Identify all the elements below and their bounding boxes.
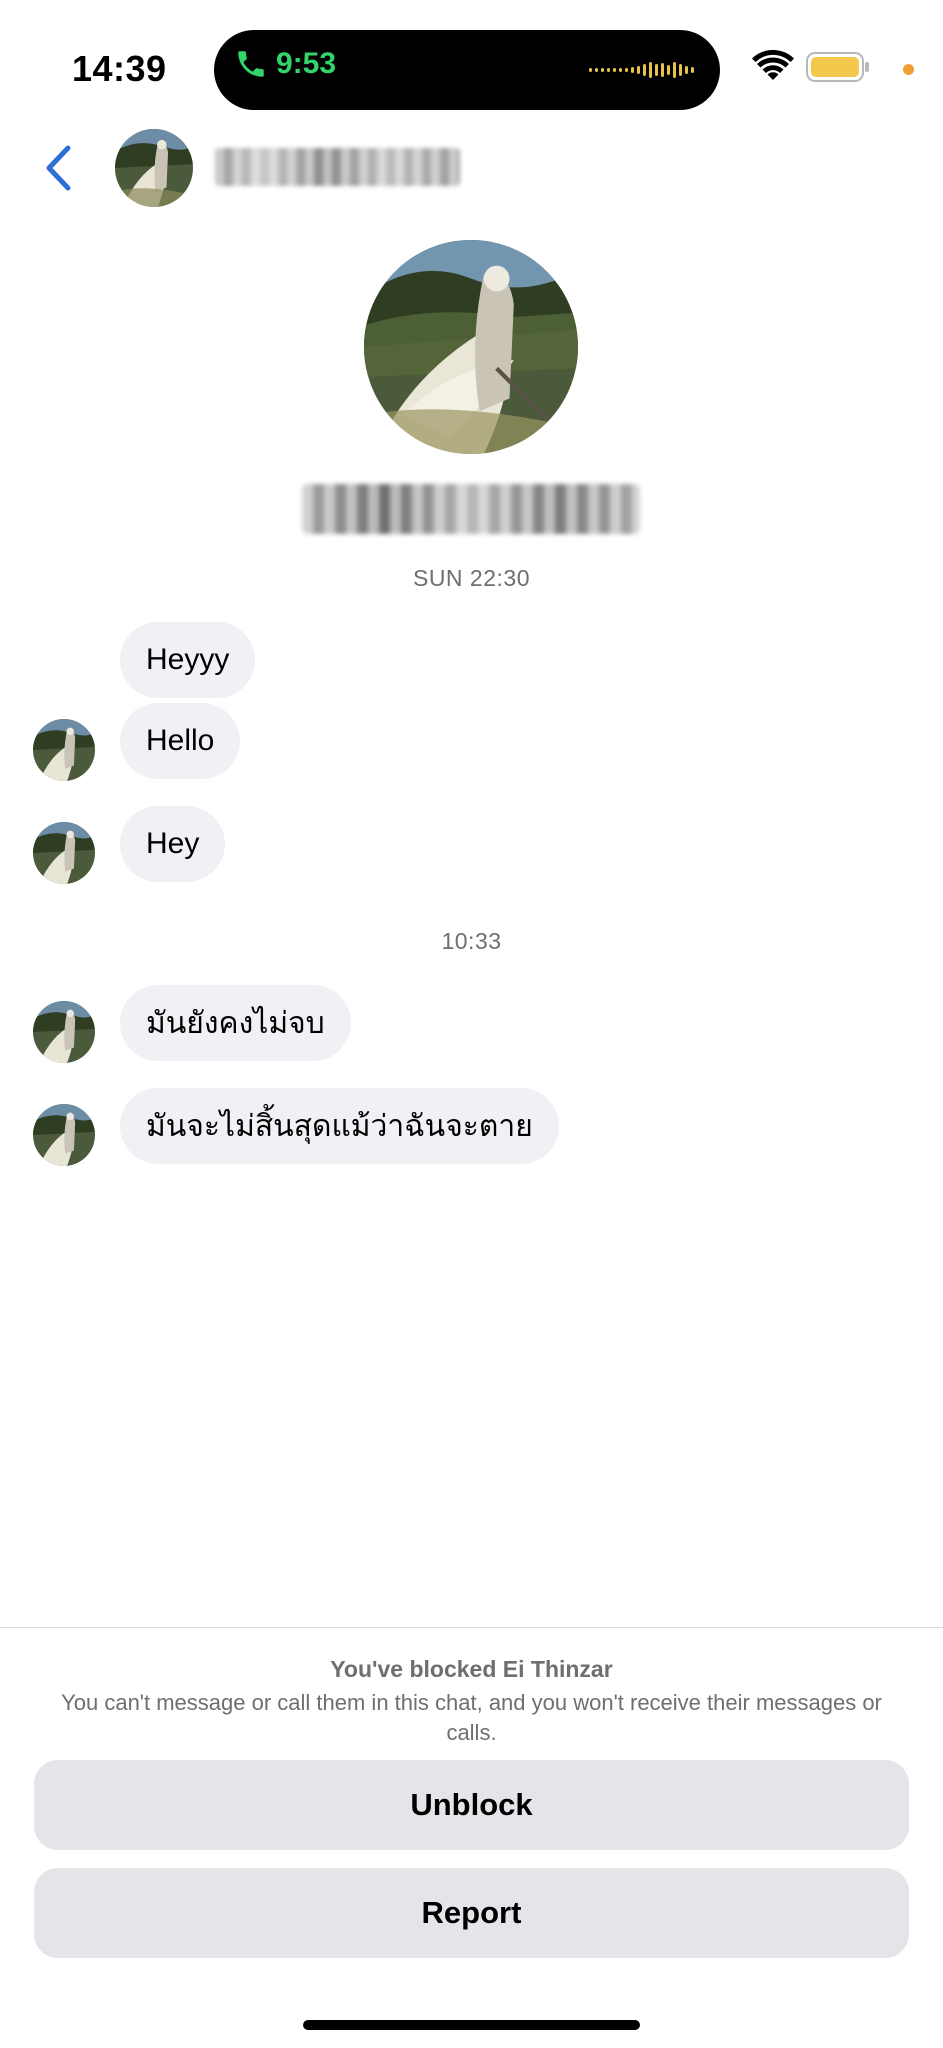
back-button[interactable] [36,138,80,198]
message-bubble[interactable]: มันยังคงไม่จบ [120,985,351,1061]
avatar[interactable] [33,1001,95,1063]
battery-icon [806,52,869,82]
avatar-image [33,719,95,781]
message-bubble[interactable]: Heyyy [120,622,256,698]
call-timer: 9:53 [276,47,337,80]
blocked-title: You've blocked Ei Thinzar [330,1656,613,1682]
home-indicator[interactable] [303,2020,640,2030]
avatar-image [33,1001,95,1063]
privacy-dot-icon [903,64,914,75]
message-bubble[interactable]: มันจะไม่สิ้นสุดแม้ว่าฉันจะตาย [120,1088,559,1164]
blocked-description: You can't message or call them in this c… [61,1690,882,1745]
avatar[interactable] [115,129,193,207]
message-bubble[interactable]: Hello [120,703,241,779]
unblock-button[interactable]: Unblock [34,1760,909,1850]
timestamp: 10:33 [441,928,502,954]
call-indicator: 9:53 [234,47,336,81]
avatar[interactable] [33,822,95,884]
avatar-image [115,129,193,207]
timestamp: SUN 22:30 [412,565,530,591]
dynamic-island[interactable]: 9:53 [214,30,720,110]
avatar[interactable] [33,1104,95,1166]
avatar[interactable] [33,719,95,781]
profile-name-redacted [302,484,640,534]
wifi-icon [752,50,794,80]
avatar-image [33,1104,95,1166]
divider [0,1627,943,1628]
phone-icon [238,51,264,77]
report-button[interactable]: Report [34,1868,909,1958]
profile-avatar[interactable] [364,240,578,454]
status-time: 14:39 [72,48,167,89]
chevron-left-icon [46,145,71,191]
audio-wave-icon [589,60,694,80]
avatar-image [33,822,95,884]
contact-name-redacted[interactable] [215,148,460,186]
profile-avatar-image [364,240,578,454]
message-bubble[interactable]: Hey [120,806,226,882]
